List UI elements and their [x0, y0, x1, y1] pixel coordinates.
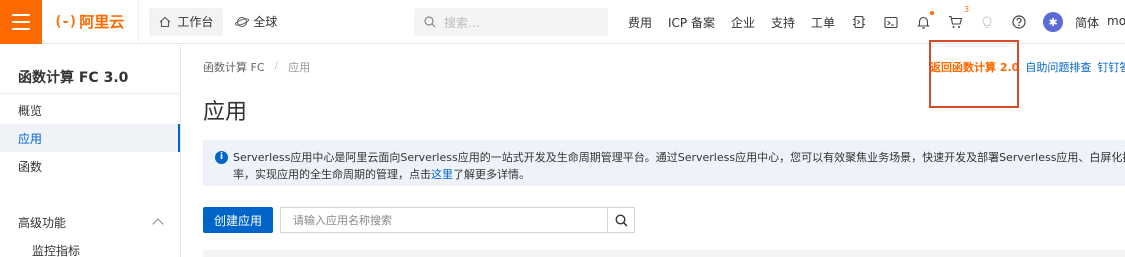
top-links: 费用 ICP 备案 企业 支持 工单 3 ✱ 简体: [628, 0, 1115, 44]
region-label: 全球: [253, 15, 278, 29]
info-text-post: 了解更多详情。: [453, 168, 530, 181]
info-text-line1: Serverless应用中心是阿里云面向Serverless应用的一站式开发及生…: [233, 151, 1125, 164]
info-text-line2: 率，实现应用的全生命周期的管理，点击这里了解更多详情。: [233, 166, 1125, 183]
sidebar-item-overview[interactable]: 概览: [0, 96, 180, 124]
help-icon[interactable]: [1011, 14, 1027, 30]
home-icon: [159, 16, 171, 27]
sidebar-group-label: 高级功能: [18, 215, 67, 230]
cart-icon[interactable]: 3: [947, 5, 969, 30]
link-icp[interactable]: ICP 备案: [668, 14, 715, 31]
sidebar-group-advanced[interactable]: 高级功能: [0, 208, 180, 236]
link-billing[interactable]: 费用: [628, 14, 652, 31]
breadcrumb-separator: /: [274, 59, 279, 72]
language-switcher[interactable]: 简体: [1075, 14, 1099, 31]
notification-dot: [930, 11, 935, 15]
back-to-v2-link[interactable]: 返回函数计算 2.0: [930, 59, 1019, 75]
page-actions: 返回函数计算 2.0 自助问题排查 钉钉答: [930, 59, 1125, 75]
lightbulb-icon[interactable]: [979, 14, 995, 30]
breadcrumb-fc[interactable]: 函数计算 FC: [203, 59, 265, 75]
info-link-here[interactable]: 这里: [431, 168, 453, 181]
troubleshoot-link[interactable]: 自助问题排查: [1025, 59, 1091, 75]
link-support[interactable]: 支持: [771, 14, 795, 31]
page-title: 应用: [203, 100, 248, 125]
logo-text: 阿里云: [79, 13, 125, 31]
info-text-pre: 率，实现应用的全生命周期的管理，点击: [233, 168, 431, 181]
link-enterprise[interactable]: 企业: [731, 14, 755, 31]
global-search-input[interactable]: 搜索...: [414, 8, 608, 36]
aliyun-logo[interactable]: (-) 阿里云: [42, 0, 140, 44]
link-ticket[interactable]: 工单: [811, 14, 835, 31]
search-placeholder: 搜索...: [444, 15, 480, 30]
sidebar-item-functions[interactable]: 函数: [0, 152, 180, 180]
info-icon: i: [215, 151, 228, 164]
user-name[interactable]: mo: [1107, 14, 1125, 28]
workspace-label: 工作台: [177, 15, 214, 29]
app-search-button[interactable]: [607, 207, 635, 233]
terminal-icon[interactable]: [883, 14, 899, 30]
breadcrumb-current: 应用: [288, 61, 311, 74]
workspace-button[interactable]: 工作台: [149, 7, 224, 36]
breadcrumb: 函数计算 FC / 应用: [203, 59, 310, 75]
sidebar-divider: [0, 93, 180, 94]
avatar[interactable]: ✱: [1043, 12, 1064, 32]
table-header-area: [203, 250, 1125, 257]
cloud-shell-icon[interactable]: [851, 14, 867, 30]
sidebar-item-monitoring[interactable]: 监控指标: [32, 242, 80, 257]
search-icon: [424, 16, 436, 28]
cart-count: 3: [963, 5, 970, 14]
search-icon: [614, 213, 628, 227]
app-search-input[interactable]: [280, 207, 608, 233]
menu-icon[interactable]: [0, 0, 42, 44]
sidebar: 函数计算 FC 3.0 概览 应用 函数 高级功能 监控指标: [0, 45, 181, 257]
globe-icon: [235, 16, 250, 27]
sidebar-title: 函数计算 FC 3.0: [18, 70, 129, 86]
chevron-up-icon: [152, 218, 164, 230]
bell-icon[interactable]: [915, 11, 935, 30]
dingtalk-link[interactable]: 钉钉答: [1097, 59, 1125, 75]
info-banner: i Serverless应用中心是阿里云面向Serverless应用的一站式开发…: [203, 140, 1125, 186]
logo-mark: (-): [54, 13, 77, 30]
sidebar-item-applications[interactable]: 应用: [0, 124, 180, 152]
create-app-button[interactable]: 创建应用: [203, 207, 273, 233]
region-selector[interactable]: 全球: [235, 13, 277, 30]
